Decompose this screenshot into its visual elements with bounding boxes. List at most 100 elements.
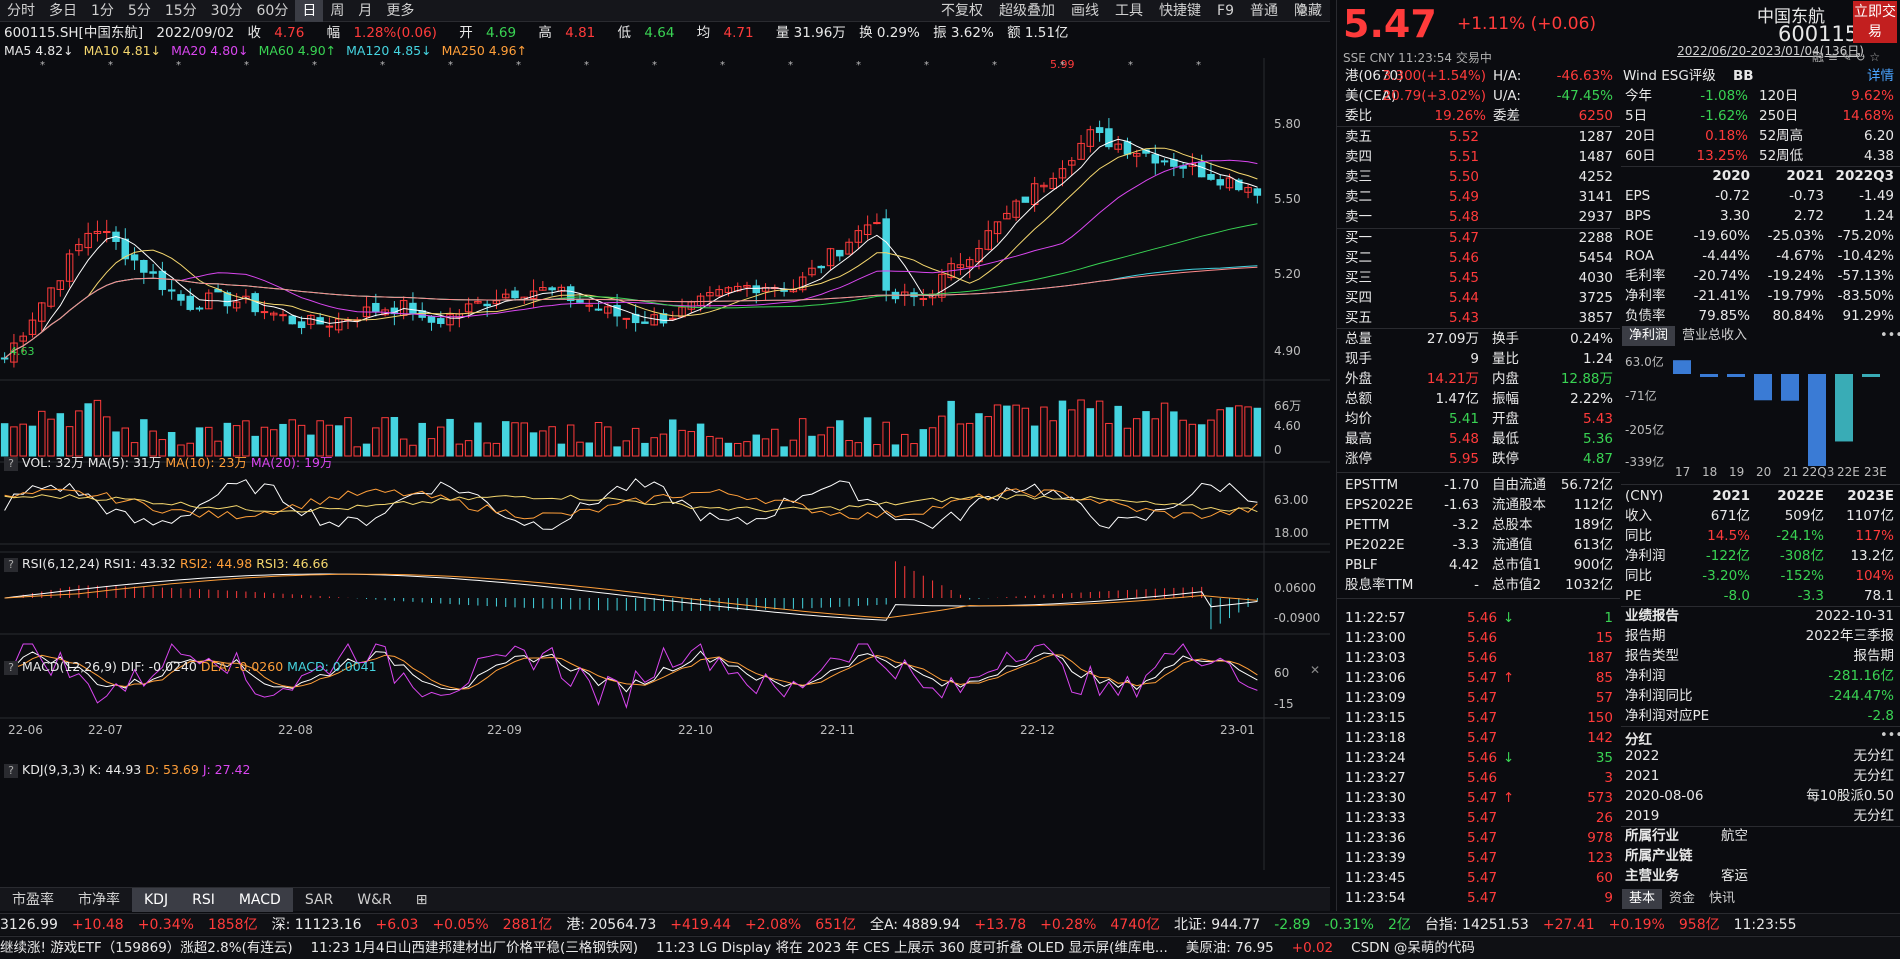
event-marker[interactable]: * (40, 60, 45, 71)
news-item[interactable]: 继续涨! 游戏ETF（159869）涨超2.8%(有连云) (0, 940, 293, 956)
close-panel-icon[interactable]: ✕ (1310, 663, 1320, 677)
tf-tab-9[interactable]: 月 (351, 0, 379, 22)
ind-label: 主营业务 (1625, 868, 1679, 884)
fin-2020: -0.72 (1715, 188, 1750, 204)
event-marker[interactable]: * (1196, 60, 1201, 71)
event-marker[interactable]: * (924, 60, 929, 71)
toolbar-item-0[interactable]: 不复权 (933, 0, 991, 22)
indicator-tab-0[interactable]: 市盈率 (0, 888, 66, 912)
news-item[interactable]: 11:23 1月4日山西建邦建材出厂价格平稳(三格钢铁网) (311, 940, 638, 956)
news-ticker: 继续涨! 游戏ETF（159869）涨超2.8%(有连云) 11:23 1月4日山… (0, 936, 1900, 959)
trade-now-button[interactable]: 立即交易 (1853, 1, 1897, 43)
perf-label2: 250日 (1759, 108, 1799, 124)
event-marker[interactable]: * (312, 60, 317, 71)
volume-bar (808, 435, 816, 457)
event-marker[interactable]: * (380, 60, 385, 71)
tf-tab-4[interactable]: 15分 (158, 0, 204, 22)
last-price: 5.47 (1343, 2, 1437, 46)
add-tab-icon[interactable]: ⊞ (404, 888, 440, 912)
tf-tab-6[interactable]: 60分 (250, 0, 296, 22)
stat-label2: 跌停 (1492, 451, 1519, 467)
cross-value: 19.26% (1434, 108, 1486, 124)
fc-2021: -122亿 (1705, 548, 1750, 564)
more-icon[interactable]: ••• (1880, 728, 1900, 743)
event-marker[interactable]: * (856, 60, 861, 71)
profit-tab-0[interactable]: 净利润 (1622, 326, 1676, 346)
help-icon[interactable]: ? (4, 661, 18, 675)
ma10-line (4, 147, 1258, 359)
help-icon[interactable]: ? (4, 558, 18, 572)
toolbar-item-3[interactable]: 工具 (1107, 0, 1151, 22)
indicator-tab-3[interactable]: RSI (180, 887, 227, 912)
tf-tab-10[interactable]: 更多 (379, 0, 421, 22)
tf-tab-5[interactable]: 30分 (204, 0, 250, 22)
indicator-tabs: 市盈率 市净率 KDJ RSI MACD SAR W&R ⊞ (0, 887, 1330, 912)
volume-bar (1188, 423, 1197, 457)
event-marker[interactable]: * (176, 60, 181, 71)
event-marker[interactable]: * (1128, 60, 1133, 71)
dividend-row: 2022 无分红 (1621, 746, 1900, 766)
profit-bar (1727, 374, 1745, 377)
help-icon[interactable]: ? (4, 764, 18, 778)
event-marker[interactable]: * (448, 60, 453, 71)
news-item[interactable]: 11:23 LG Display 将在 2023 年 CES 上展示 360 度… (656, 940, 1168, 956)
indicator-tab-2[interactable]: KDJ (132, 887, 181, 912)
info-tab-1[interactable]: 资金 (1662, 889, 1702, 909)
indicator-tab-4[interactable]: MACD (226, 887, 293, 912)
esg-detail-link[interactable]: 详情 (1867, 66, 1894, 86)
toolbar-item-7[interactable]: 隐藏 (1286, 0, 1330, 22)
help-icon[interactable]: ? (4, 457, 18, 471)
more-icon[interactable]: ••• (1880, 328, 1900, 343)
toolbar-item-1[interactable]: 超级叠加 (991, 0, 1063, 22)
settings-icon[interactable]: ⚙ (1296, 3, 1308, 18)
tick-row: 11:23:39 5.47 123 (1339, 848, 1619, 868)
cross-row: 美(CEA) 20.79(+3.02%) U/A: -47.45% (1339, 86, 1619, 106)
volume-bar (678, 429, 686, 457)
profit-tab-1[interactable]: 营业总收入 (1675, 326, 1754, 346)
ticker-item: +0.19% (1608, 917, 1665, 933)
forecast-head: 2023E (1847, 488, 1894, 504)
info-tab-2[interactable]: 快讯 (1702, 889, 1742, 909)
rsi-tick: 18.00 (1274, 526, 1308, 540)
event-marker[interactable]: * (584, 60, 589, 71)
tf-tab-7[interactable]: 日 (295, 0, 324, 22)
volume-bar (242, 420, 250, 457)
info-tab-0[interactable]: 基本 (1622, 889, 1663, 909)
forecast-row: PE -8.0 -3.3 78.1 (1621, 586, 1900, 606)
event-marker[interactable]: * (516, 60, 521, 71)
tf-tab-2[interactable]: 1分 (84, 0, 121, 22)
fc-2021: -8.0 (1723, 588, 1750, 604)
volume-bar (557, 443, 566, 457)
toolbar-item-4[interactable]: 快捷键 (1151, 0, 1209, 22)
tick-row: 11:23:54 5.47 9 (1339, 888, 1619, 908)
perf-label2: 52周高 (1759, 128, 1804, 144)
tf-tab-3[interactable]: 5分 (121, 0, 158, 22)
tick-row: 11:23:27 5.46 3 (1339, 768, 1619, 788)
toolbar-item-6[interactable]: 普通 (1242, 0, 1286, 22)
ma10-legend: MA10 4.81↓ (83, 43, 162, 58)
quote-tools[interactable]: 融 ≡ ✎ ↻ ☆ (1812, 48, 1880, 65)
event-marker[interactable]: * (244, 60, 249, 71)
event-marker[interactable]: * (992, 60, 997, 71)
volume-bar (965, 422, 974, 457)
tf-tab-8[interactable]: 周 (323, 0, 351, 22)
event-marker[interactable]: * (108, 60, 113, 71)
event-marker[interactable]: * (788, 60, 793, 71)
stat-row: 外盘 14.21万 内盘 12.88万 (1339, 369, 1619, 389)
tf-tab-1[interactable]: 多日 (42, 0, 84, 22)
toolbar-item-5[interactable]: F9 (1209, 0, 1242, 22)
indicator-tab-6[interactable]: W&R (345, 888, 404, 912)
high-label: 高 (538, 25, 552, 41)
toolbar-item-2[interactable]: 画线 (1063, 0, 1107, 22)
macd-value: MACD: 0.0041 (287, 659, 377, 674)
volume-bar (1216, 409, 1224, 457)
event-marker[interactable]: * (1060, 60, 1065, 71)
fc-2023e: 104% (1855, 568, 1894, 584)
report-value: 2022-10-31 (1815, 608, 1894, 624)
indicator-tab-1[interactable]: 市净率 (66, 888, 132, 912)
tf-tab-0[interactable]: 分时 (0, 0, 42, 22)
event-marker[interactable]: * (652, 60, 657, 71)
event-marker[interactable]: * (720, 60, 725, 71)
tick-row: 11:23:15 5.47 150 (1339, 708, 1619, 728)
indicator-tab-5[interactable]: SAR (293, 888, 345, 912)
